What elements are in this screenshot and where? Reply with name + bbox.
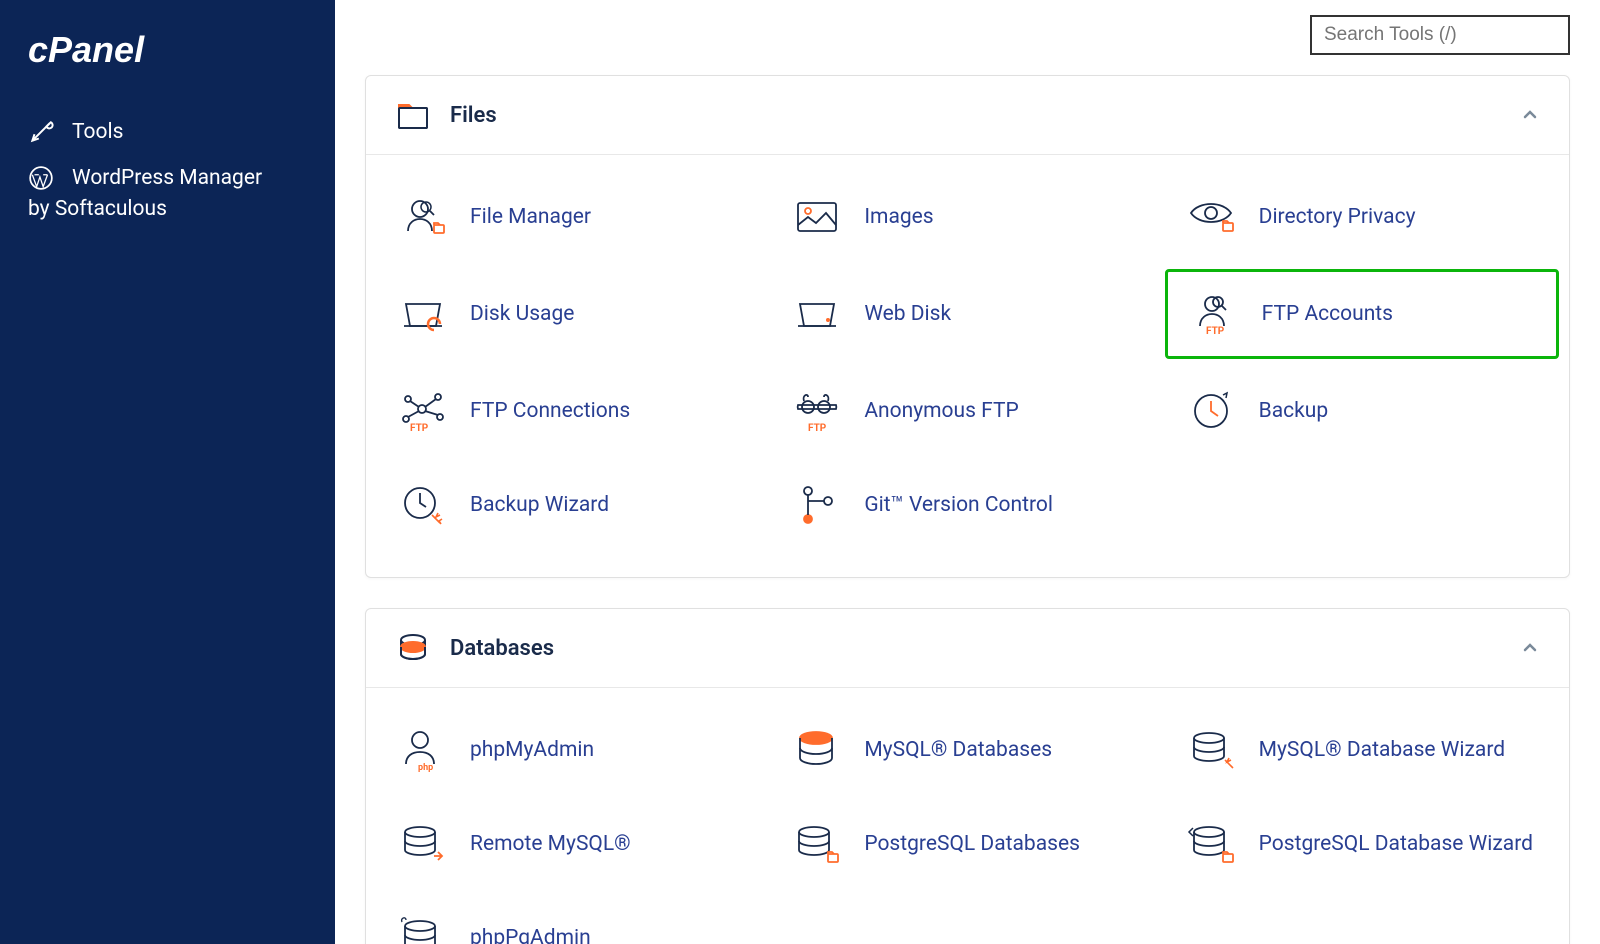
sidebar: cPanel Tools WordPress Manager by Softac… — [0, 0, 335, 944]
database-icon — [396, 631, 430, 665]
sidebar-item-wordpress[interactable]: WordPress Manager — [28, 155, 307, 201]
backup-wizard-icon — [396, 481, 450, 529]
anonymous-ftp-icon: FTP — [790, 387, 844, 435]
panel-title: Files — [450, 103, 497, 128]
remote-mysql-icon — [396, 820, 450, 868]
mysql-database-wizard-icon — [1185, 726, 1239, 774]
web-disk-icon — [790, 290, 844, 338]
svg-text:FTP: FTP — [410, 423, 429, 434]
svg-text:php: php — [418, 763, 433, 773]
postgresql-databases-icon — [790, 820, 844, 868]
git-icon — [790, 481, 844, 529]
tool-phppgadmin[interactable]: phpPgAdmin — [376, 896, 770, 944]
tool-label: Images — [864, 205, 933, 229]
chevron-up-icon — [1521, 106, 1539, 124]
tool-anonymous-ftp[interactable]: FTP Anonymous FTP — [770, 369, 1164, 453]
tool-mysql-databases[interactable]: MySQL® Databases — [770, 708, 1164, 792]
directory-privacy-icon — [1185, 193, 1239, 241]
phppgadmin-icon — [396, 914, 450, 944]
chevron-up-icon — [1521, 639, 1539, 657]
tool-web-disk[interactable]: Web Disk — [770, 269, 1164, 359]
sidebar-item-tools[interactable]: Tools — [28, 109, 307, 155]
tool-backup-wizard[interactable]: Backup Wizard — [376, 463, 770, 547]
tool-backup[interactable]: Backup — [1165, 369, 1559, 453]
files-panel-body: File Manager Images Directory Privacy Di… — [366, 155, 1569, 577]
main-content: Files File Manager Images Directory Priv… — [335, 0, 1600, 944]
tool-label: MySQL® Database Wizard — [1259, 738, 1505, 762]
tools-icon — [28, 119, 54, 145]
tool-git-version-control[interactable]: Git™ Version Control — [770, 463, 1164, 547]
file-manager-icon — [396, 193, 450, 241]
tool-label: Remote MySQL® — [470, 832, 631, 856]
panel-title: Databases — [450, 636, 554, 661]
databases-panel-header[interactable]: Databases — [366, 609, 1569, 688]
backup-icon — [1185, 387, 1239, 435]
tool-label: Web Disk — [864, 302, 951, 326]
search-input[interactable] — [1310, 15, 1570, 55]
sidebar-sublabel: by Softaculous — [28, 197, 307, 221]
tool-phpmyadmin[interactable]: php phpMyAdmin — [376, 708, 770, 792]
databases-panel: Databases php phpMyAdmin MySQL® Database… — [365, 608, 1570, 944]
disk-usage-icon — [396, 290, 450, 338]
postgresql-database-wizard-icon — [1185, 820, 1239, 868]
databases-panel-body: php phpMyAdmin MySQL® Databases MySQL® D… — [366, 688, 1569, 944]
tool-label: FTP Accounts — [1262, 302, 1393, 326]
tool-postgresql-databases[interactable]: PostgreSQL Databases — [770, 802, 1164, 886]
images-icon — [790, 193, 844, 241]
tool-mysql-database-wizard[interactable]: MySQL® Database Wizard — [1165, 708, 1559, 792]
ftp-connections-icon: FTP — [396, 387, 450, 435]
tool-label: File Manager — [470, 205, 591, 229]
tool-label: PostgreSQL Database Wizard — [1259, 832, 1533, 856]
svg-text:FTP: FTP — [808, 423, 827, 434]
files-panel: Files File Manager Images Directory Priv… — [365, 75, 1570, 578]
tool-label: Directory Privacy — [1259, 205, 1416, 229]
tool-label: MySQL® Databases — [864, 738, 1052, 762]
tool-label: PostgreSQL Databases — [864, 832, 1080, 856]
tool-label: phpMyAdmin — [470, 738, 594, 762]
tool-label: Anonymous FTP — [864, 399, 1018, 423]
tool-file-manager[interactable]: File Manager — [376, 175, 770, 259]
mysql-databases-icon — [790, 726, 844, 774]
tool-postgresql-database-wizard[interactable]: PostgreSQL Database Wizard — [1165, 802, 1559, 886]
phpmyadmin-icon: php — [396, 726, 450, 774]
tool-label: phpPgAdmin — [470, 926, 591, 944]
files-panel-header[interactable]: Files — [366, 76, 1569, 155]
tool-remote-mysql[interactable]: Remote MySQL® — [376, 802, 770, 886]
cpanel-logo[interactable]: cPanel — [28, 30, 307, 74]
tool-label: FTP Connections — [470, 399, 630, 423]
tool-label: Backup Wizard — [470, 493, 609, 517]
tool-label: Git™ Version Control — [864, 493, 1053, 517]
ftp-accounts-icon: FTP — [1188, 290, 1242, 338]
tool-label: Backup — [1259, 399, 1329, 423]
wordpress-icon — [28, 165, 54, 191]
sidebar-item-label: Tools — [72, 120, 123, 144]
tool-images[interactable]: Images — [770, 175, 1164, 259]
svg-text:FTP: FTP — [1206, 326, 1225, 337]
svg-text:cPanel: cPanel — [28, 30, 145, 70]
tool-disk-usage[interactable]: Disk Usage — [376, 269, 770, 359]
tool-label: Disk Usage — [470, 302, 574, 326]
tool-ftp-accounts[interactable]: FTP FTP Accounts — [1165, 269, 1559, 359]
topbar — [335, 15, 1600, 75]
sidebar-item-label: WordPress Manager — [72, 166, 262, 190]
folder-icon — [396, 98, 430, 132]
tool-directory-privacy[interactable]: Directory Privacy — [1165, 175, 1559, 259]
tool-ftp-connections[interactable]: FTP FTP Connections — [376, 369, 770, 453]
